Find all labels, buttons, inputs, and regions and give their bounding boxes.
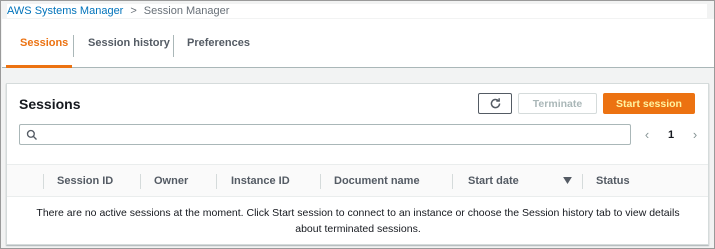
- table-header: Session ID Owner Instance ID Document na…: [7, 164, 708, 197]
- previous-page-icon[interactable]: ‹: [641, 127, 653, 142]
- tab-divider: [173, 35, 174, 57]
- column-header-instance-id[interactable]: Instance ID: [231, 165, 290, 197]
- pagination: ‹ 1 ›: [641, 124, 701, 145]
- next-page-icon[interactable]: ›: [689, 127, 701, 142]
- column-header-session-id[interactable]: Session ID: [57, 165, 113, 197]
- window-frame: AWS Systems Manager > Session Manager Se…: [0, 0, 715, 249]
- sessions-panel: Sessions Terminate Start session ‹ 1 › S…: [6, 83, 709, 245]
- empty-state-message: There are no active sessions at the mome…: [36, 207, 680, 235]
- search-input[interactable]: [42, 127, 626, 142]
- active-tab-indicator: [6, 65, 72, 68]
- column-divider: [582, 174, 583, 189]
- breadcrumb: AWS Systems Manager > Session Manager: [7, 4, 707, 18]
- tab-bar: Sessions Session history Preferences: [2, 19, 714, 68]
- refresh-icon: [490, 98, 500, 109]
- column-divider: [452, 174, 453, 189]
- breadcrumb-separator: >: [130, 5, 137, 17]
- current-page-number[interactable]: 1: [668, 129, 674, 141]
- column-divider: [216, 174, 217, 189]
- column-header-start-date[interactable]: Start date: [468, 165, 519, 197]
- column-divider: [43, 174, 44, 189]
- terminate-button[interactable]: Terminate: [518, 93, 597, 114]
- search-box[interactable]: [19, 124, 631, 145]
- column-divider: [140, 174, 141, 189]
- column-header-owner[interactable]: Owner: [154, 165, 188, 197]
- tab-session-history[interactable]: Session history: [88, 19, 170, 67]
- breadcrumb-current: Session Manager: [143, 5, 230, 17]
- search-icon: [26, 129, 37, 140]
- column-divider: [320, 174, 321, 189]
- panel-title: Sessions: [19, 96, 81, 112]
- refresh-button[interactable]: [478, 93, 512, 114]
- tab-divider: [73, 35, 74, 57]
- breadcrumb-root-link[interactable]: AWS Systems Manager: [7, 5, 123, 17]
- start-session-button[interactable]: Start session: [603, 93, 695, 114]
- sort-descending-icon[interactable]: [563, 177, 572, 184]
- tab-preferences[interactable]: Preferences: [187, 19, 250, 67]
- column-header-status[interactable]: Status: [596, 165, 630, 197]
- tab-sessions[interactable]: Sessions: [20, 19, 68, 67]
- column-header-document-name[interactable]: Document name: [334, 165, 420, 197]
